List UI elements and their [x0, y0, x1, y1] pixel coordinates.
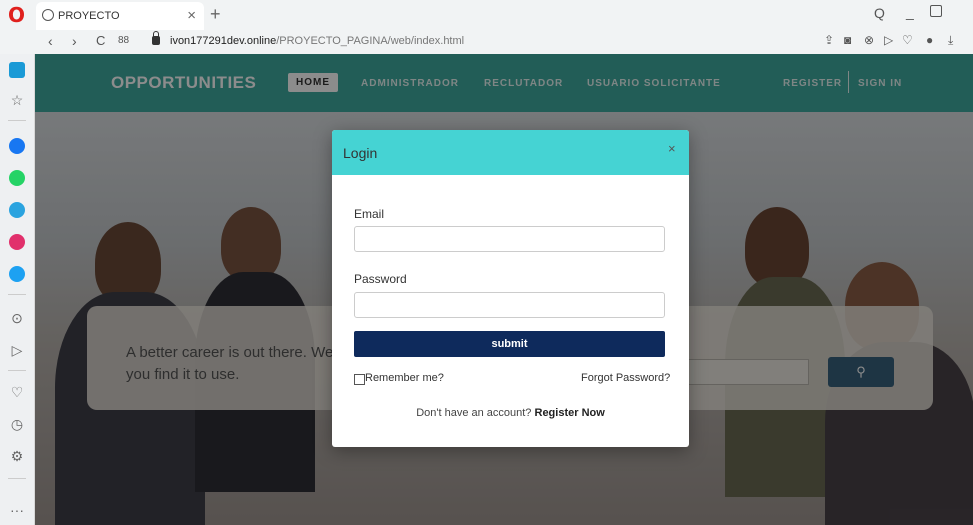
more-icon[interactable]: ··· — [9, 502, 25, 518]
restore-button[interactable] — [930, 5, 942, 17]
remember-me-checkbox[interactable] — [354, 374, 365, 385]
account-icon[interactable]: ● — [926, 33, 933, 47]
download-icon[interactable]: ⤓ — [948, 33, 953, 48]
web-page: OPPORTUNITIES HOME ADMINISTRADOR RECLUTA… — [35, 54, 973, 525]
lock-icon[interactable] — [152, 31, 160, 45]
back-button[interactable]: ‹ — [48, 33, 53, 49]
tab-search-icon[interactable]: Q — [874, 5, 885, 21]
forward-button[interactable]: › — [72, 33, 77, 49]
sidebar-divider — [8, 478, 26, 479]
whatsapp-icon[interactable] — [9, 170, 25, 186]
heart-icon[interactable]: ♡ — [902, 33, 913, 47]
sidebar-divider — [8, 370, 26, 371]
opera-logo-icon[interactable]: O — [8, 5, 26, 25]
url-field[interactable]: ivon177291dev.online/PROYECTO_PAGINA/web… — [170, 35, 464, 47]
play-icon[interactable]: ▷ — [884, 33, 893, 47]
block-icon[interactable]: ⊗ — [864, 33, 874, 47]
history-icon[interactable]: ◷ — [9, 416, 25, 433]
modal-header: Login × — [332, 130, 689, 175]
home-icon[interactable] — [9, 62, 25, 78]
star-icon[interactable]: ☆ — [9, 92, 25, 109]
opera-sidebar: ☆ ⊙ ▷ ♡ ◷ ⚙ ··· — [0, 54, 35, 525]
email-label: Email — [354, 207, 385, 221]
telegram-icon[interactable] — [9, 202, 25, 218]
heart-icon[interactable]: ♡ — [9, 384, 25, 401]
minimize-button[interactable]: _ — [906, 4, 914, 20]
sidebar-divider — [8, 294, 26, 295]
browser-tab[interactable]: PROYECTO × — [36, 2, 204, 30]
remember-me-label[interactable]: Remember me? — [365, 372, 444, 384]
instagram-icon[interactable] — [9, 234, 25, 250]
player-icon[interactable]: ⊙ — [9, 310, 25, 327]
globe-icon — [42, 9, 54, 21]
messenger-icon[interactable] — [9, 138, 25, 154]
register-prompt-text: Don't have an account? — [416, 407, 532, 419]
register-now-link[interactable]: Register Now — [535, 407, 605, 419]
flow-icon[interactable]: ▷ — [9, 342, 25, 359]
register-prompt: Don't have an account? Register Now — [332, 407, 689, 419]
close-icon[interactable]: × — [668, 141, 676, 156]
modal-title: Login — [343, 145, 378, 161]
sidebar-divider — [8, 120, 26, 121]
browser-tab-bar: O PROYECTO × + Q _ — [0, 0, 973, 30]
email-field[interactable] — [354, 226, 665, 252]
tab-close-icon[interactable]: × — [187, 7, 196, 24]
url-path: /PROYECTO_PAGINA/web/index.html — [276, 35, 465, 47]
submit-button[interactable]: submit — [354, 331, 665, 357]
forgot-password-link[interactable]: Forgot Password? — [581, 372, 670, 384]
url-host: ivon177291dev.online — [170, 35, 277, 47]
login-modal: Login × Email Password submit Remember m… — [332, 130, 689, 447]
tab-title: PROYECTO — [58, 10, 120, 22]
share-icon[interactable]: ⇪ — [824, 33, 834, 47]
settings-icon[interactable]: ⚙ — [9, 448, 25, 465]
password-label: Password — [354, 272, 407, 286]
speed-dial-button[interactable]: 88 — [118, 35, 129, 46]
twitter-icon[interactable] — [9, 266, 25, 282]
reload-button[interactable]: C — [96, 33, 105, 48]
camera-icon[interactable]: ◙ — [844, 33, 851, 47]
new-tab-button[interactable]: + — [210, 4, 221, 25]
password-field[interactable] — [354, 292, 665, 318]
